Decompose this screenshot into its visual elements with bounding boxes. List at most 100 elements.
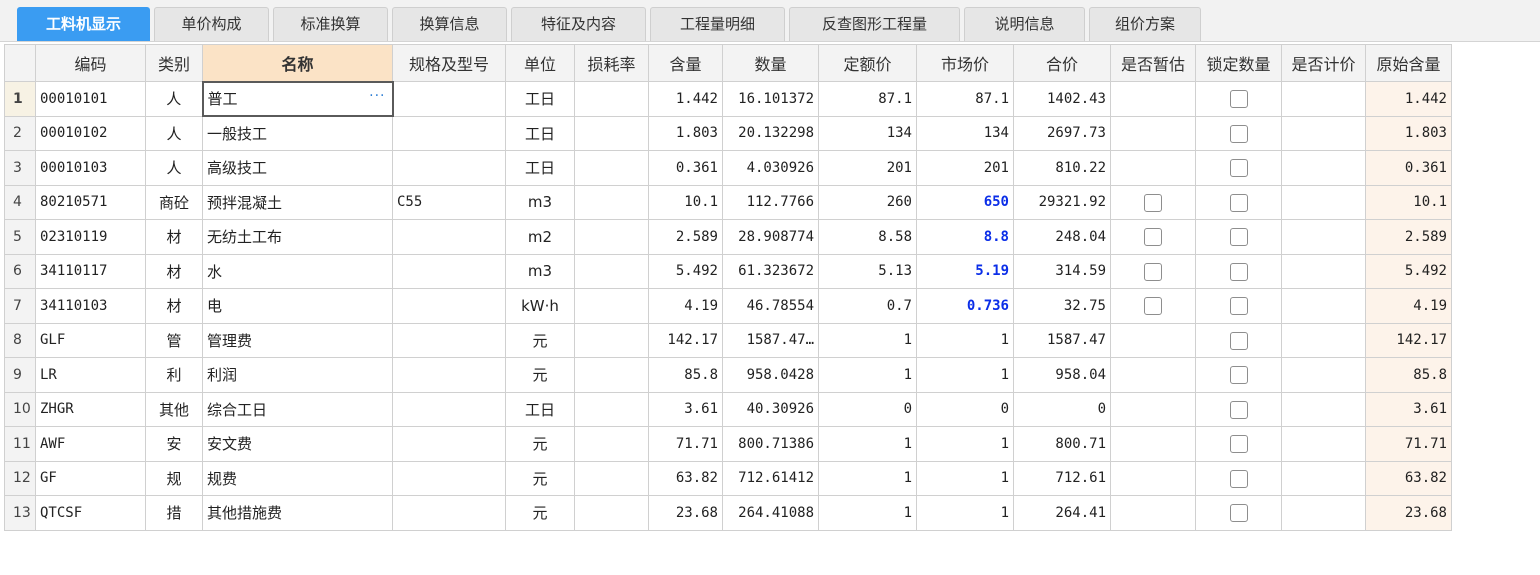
cell-original-content[interactable]: 85.8 — [1365, 357, 1452, 393]
cell-market-price[interactable]: 650 — [916, 184, 1014, 220]
cell-code[interactable]: QTCSF — [35, 495, 146, 531]
cell-spec[interactable] — [392, 253, 506, 289]
cell-name[interactable]: 管理费 — [202, 322, 393, 358]
cell-spec[interactable] — [392, 150, 506, 186]
cell-content[interactable]: 0.361 — [648, 150, 723, 186]
cell-original-content[interactable]: 2.589 — [1365, 219, 1452, 255]
cell-category[interactable]: 人 — [145, 115, 203, 151]
cell-provisional[interactable] — [1110, 288, 1196, 324]
cell-code[interactable]: GLF — [35, 322, 146, 358]
cell-code[interactable]: 00010101 — [35, 81, 146, 117]
cell-market-price[interactable]: 0.736 — [916, 288, 1014, 324]
cell-content[interactable]: 3.61 — [648, 391, 723, 427]
col-header-category[interactable]: 类别 — [145, 44, 203, 82]
cell-lock-quantity[interactable] — [1195, 391, 1282, 427]
cell-lock-quantity[interactable] — [1195, 460, 1282, 496]
cell-code[interactable]: ZHGR — [35, 391, 146, 427]
cell-unit[interactable]: 元 — [505, 322, 575, 358]
cell-code[interactable]: 34110117 — [35, 253, 146, 289]
cell-total[interactable]: 264.41 — [1013, 495, 1111, 531]
cell-market-price[interactable]: 201 — [916, 150, 1014, 186]
lock-quantity-checkbox[interactable] — [1229, 262, 1248, 281]
cell-pricing[interactable] — [1281, 150, 1366, 186]
cell-quota-price[interactable]: 5.13 — [818, 253, 917, 289]
cell-market-price[interactable]: 87.1 — [916, 81, 1014, 117]
cell-loss-rate[interactable] — [574, 322, 649, 358]
cell-content[interactable]: 10.1 — [648, 184, 723, 220]
cell-category[interactable]: 材 — [145, 253, 203, 289]
cell-lock-quantity[interactable] — [1195, 253, 1282, 289]
cell-content[interactable]: 5.492 — [648, 253, 723, 289]
lock-quantity-checkbox[interactable] — [1229, 228, 1248, 246]
cell-content[interactable]: 71.71 — [648, 426, 723, 462]
row-number[interactable]: 7 — [4, 288, 36, 324]
table-row[interactable]: 10 ZHGR 其他 综合工日 工日 3.61 40.30926 0 0 0 3… — [4, 391, 1452, 427]
cell-category[interactable]: 利 — [145, 357, 203, 393]
cell-quota-price[interactable]: 8.58 — [818, 219, 917, 255]
cell-category[interactable]: 材 — [145, 288, 203, 324]
cell-content[interactable]: 85.8 — [648, 357, 723, 393]
cell-quantity[interactable]: 16.101372 — [722, 81, 819, 117]
cell-name[interactable]: 水 — [202, 253, 393, 289]
cell-category[interactable]: 商砼 — [145, 184, 203, 220]
cell-lock-quantity[interactable] — [1195, 495, 1282, 531]
cell-unit[interactable]: 工日 — [505, 81, 575, 117]
cell-pricing[interactable] — [1281, 357, 1366, 393]
cell-pricing[interactable] — [1281, 495, 1366, 531]
cell-total[interactable]: 800.71 — [1013, 426, 1111, 462]
cell-market-price[interactable]: 5.19 — [916, 253, 1014, 289]
col-header-quantity[interactable]: 数量 — [722, 44, 819, 82]
cell-category[interactable]: 材 — [145, 219, 203, 255]
cell-quota-price[interactable]: 0 — [818, 391, 917, 427]
table-row[interactable]: 12 GF 规 规费 元 63.82 712.61412 1 1 712.61 … — [4, 460, 1452, 496]
tab-reverse-graphic-quantity[interactable]: 反查图形工程量 — [789, 7, 960, 41]
cell-quantity[interactable]: 112.7766 — [722, 184, 819, 220]
cell-lock-quantity[interactable] — [1195, 115, 1282, 151]
cell-original-content[interactable]: 10.1 — [1365, 184, 1452, 220]
cell-loss-rate[interactable] — [574, 150, 649, 186]
cell-spec[interactable] — [392, 219, 506, 255]
cell-code[interactable]: 80210571 — [35, 184, 146, 220]
cell-total[interactable]: 0 — [1013, 391, 1111, 427]
row-number[interactable]: 11 — [4, 426, 36, 462]
row-number[interactable]: 4 — [4, 184, 36, 220]
cell-content[interactable]: 2.589 — [648, 219, 723, 255]
cell-category[interactable]: 管 — [145, 322, 203, 358]
cell-name[interactable]: 预拌混凝土 — [202, 184, 393, 220]
lock-quantity-checkbox[interactable] — [1229, 366, 1248, 384]
cell-unit[interactable]: 元 — [505, 495, 575, 531]
cell-lock-quantity[interactable] — [1195, 322, 1282, 358]
cell-name[interactable]: 高级技工 — [202, 150, 393, 186]
cell-name[interactable]: 利润 — [202, 357, 393, 393]
cell-lock-quantity[interactable] — [1195, 357, 1282, 393]
provisional-checkbox[interactable] — [1144, 228, 1162, 246]
cell-market-price[interactable]: 1 — [916, 322, 1014, 358]
cell-original-content[interactable]: 71.71 — [1365, 426, 1452, 462]
tab-features-content[interactable]: 特征及内容 — [511, 7, 646, 41]
cell-market-price[interactable]: 1 — [916, 357, 1014, 393]
tab-unit-price-composition[interactable]: 单价构成 — [154, 7, 269, 41]
col-header-market-price[interactable]: 市场价 — [916, 44, 1014, 82]
cell-quota-price[interactable]: 134 — [818, 115, 917, 151]
cell-total[interactable]: 2697.73 — [1013, 115, 1111, 151]
cell-market-price[interactable]: 1 — [916, 426, 1014, 462]
cell-total[interactable]: 958.04 — [1013, 357, 1111, 393]
cell-lock-quantity[interactable] — [1195, 426, 1282, 462]
cell-pricing[interactable] — [1281, 426, 1366, 462]
cell-provisional[interactable] — [1110, 150, 1196, 186]
cell-provisional[interactable] — [1110, 495, 1196, 531]
cell-unit[interactable]: 工日 — [505, 115, 575, 151]
cell-quota-price[interactable]: 1 — [818, 495, 917, 531]
cell-total[interactable]: 32.75 — [1013, 288, 1111, 324]
cell-spec[interactable] — [392, 495, 506, 531]
cell-loss-rate[interactable] — [574, 288, 649, 324]
cell-name[interactable]: 安文费 — [202, 426, 393, 462]
cell-market-price[interactable]: 1 — [916, 460, 1014, 496]
cell-content[interactable]: 1.442 — [648, 81, 723, 117]
cell-spec[interactable] — [392, 460, 506, 496]
row-number[interactable]: 13 — [4, 495, 36, 531]
col-header-total[interactable]: 合价 — [1013, 44, 1111, 82]
cell-original-content[interactable]: 23.68 — [1365, 495, 1452, 531]
cell-pricing[interactable] — [1281, 219, 1366, 255]
cell-name[interactable]: 规费 — [202, 460, 393, 496]
